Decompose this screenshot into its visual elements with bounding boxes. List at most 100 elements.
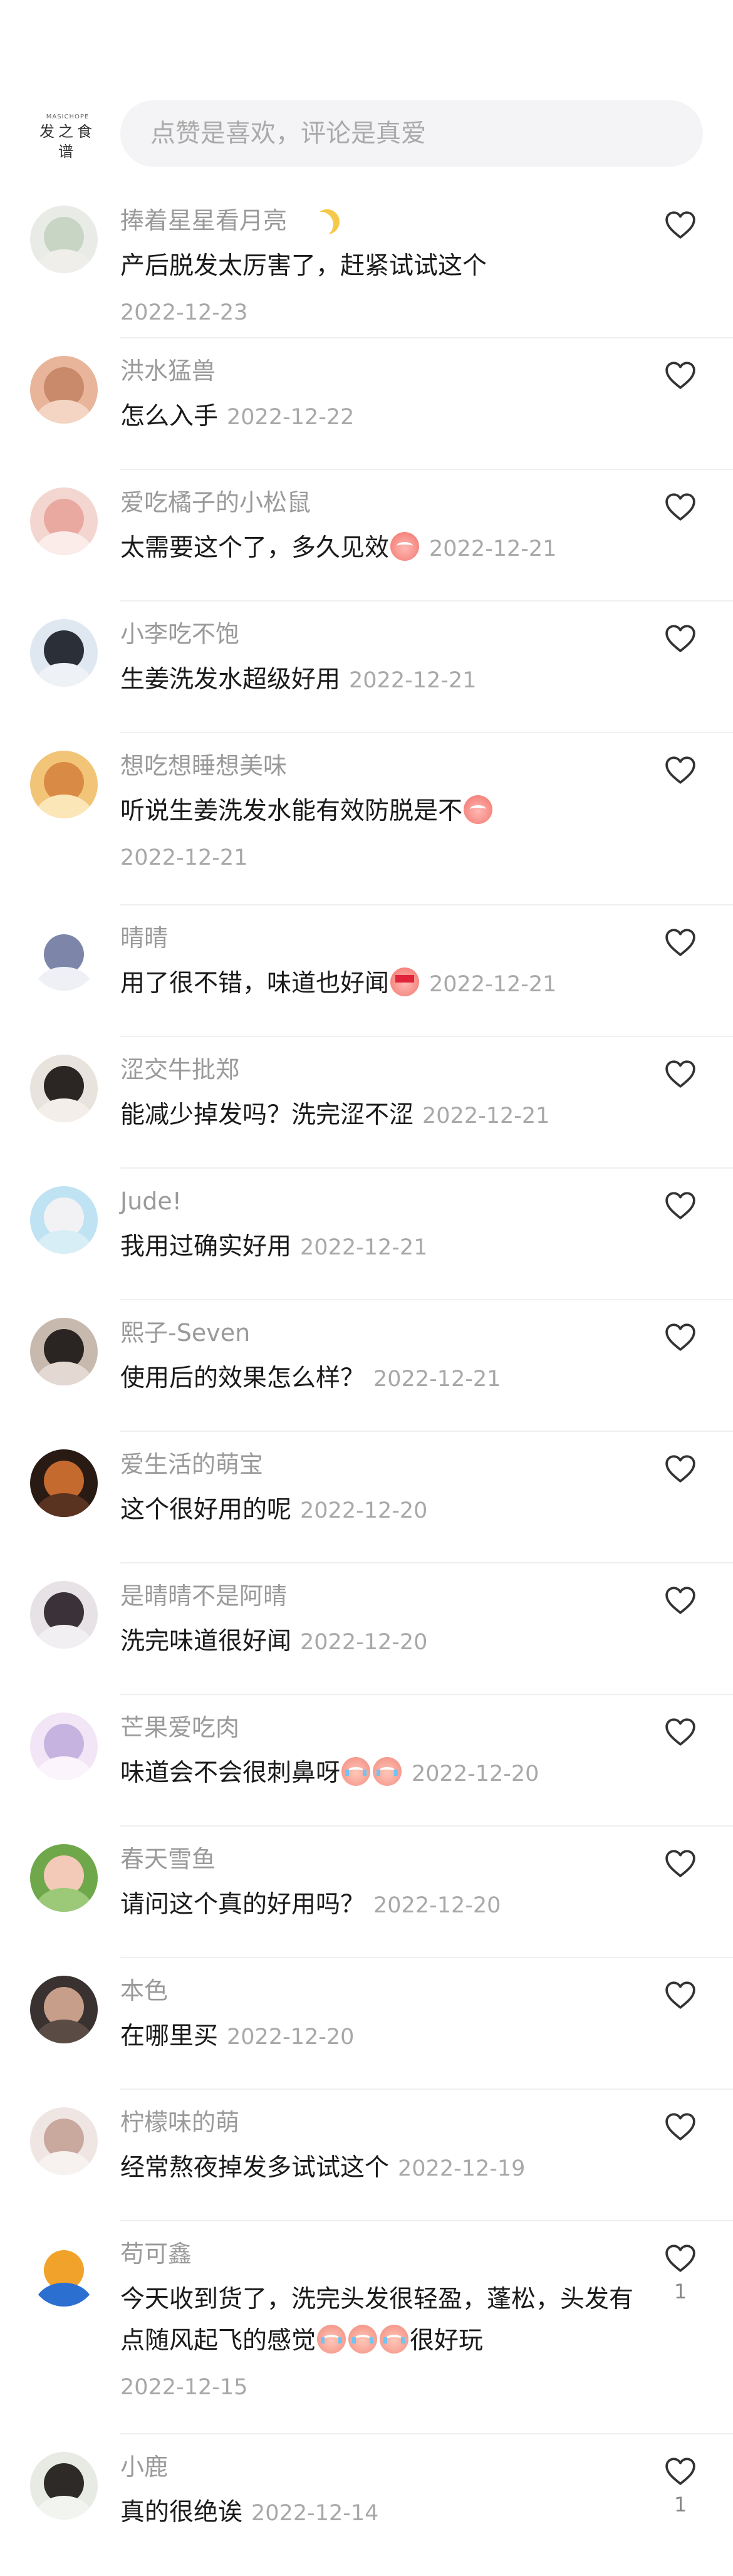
like-button[interactable] — [662, 2112, 699, 2141]
like-button[interactable] — [662, 1191, 699, 1220]
like-button[interactable] — [662, 1060, 699, 1088]
avatar[interactable] — [30, 356, 98, 424]
like-button[interactable] — [662, 1718, 699, 1746]
avatar[interactable] — [30, 1318, 98, 1385]
comment-item[interactable]: 爱吃橘子的小松鼠 太需要这个了，多久见效 2022-12-21 — [0, 470, 733, 602]
like-button[interactable] — [662, 624, 699, 653]
comment-text: 在哪里买 2022-12-20 — [120, 2016, 634, 2058]
avatar[interactable] — [30, 1581, 98, 1649]
commenter-name[interactable]: 春天雪鱼 — [120, 1842, 216, 1877]
heart-icon[interactable] — [665, 2112, 696, 2141]
commenter-name[interactable]: 想吃想睡想美味 — [120, 748, 287, 783]
commenter-name[interactable]: 爱吃橘子的小松鼠 — [120, 485, 311, 520]
comment-item[interactable]: 本色在哪里买 2022-12-20 — [0, 1958, 733, 2090]
avatar[interactable] — [30, 1713, 98, 1780]
comment-item[interactable]: Jude! 我用过确实好用 2022-12-21 — [0, 1169, 733, 1300]
avatar[interactable] — [30, 1449, 98, 1517]
like-button[interactable] — [662, 211, 699, 239]
heart-icon[interactable] — [665, 2244, 696, 2273]
heart-icon[interactable] — [665, 624, 696, 653]
comment-item[interactable]: 是晴晴不是阿晴 洗完味道很好闻 2022-12-20 — [0, 1563, 733, 1695]
comment-item[interactable]: 春天雪鱼 请问这个真的好用吗？ 2022-12-20 — [0, 1827, 733, 1958]
heart-icon[interactable] — [665, 1981, 696, 2010]
commenter-name[interactable]: 爱生活的萌宝 — [120, 1447, 263, 1482]
comment-item[interactable]: 苟可鑫今天收到货了，洗完头发很轻盈，蓬松，头发有点随风起飞的感觉 很好玩 2022-… — [0, 2221, 733, 2434]
heart-icon[interactable] — [665, 1191, 696, 1220]
heart-icon[interactable] — [665, 756, 696, 785]
comment-body: 怎么入手 — [120, 402, 219, 430]
commenter-name[interactable]: 晴晴 — [120, 920, 168, 956]
comment-item[interactable]: 洪水猛兽 怎么入手 2022-12-22 — [0, 338, 733, 470]
avatar[interactable] — [30, 1186, 98, 1254]
comment-item[interactable]: 熙子-Seven 使用后的效果怎么样？ 2022-12-21 — [0, 1300, 733, 1432]
heart-icon[interactable] — [665, 1849, 696, 1878]
like-button[interactable] — [662, 1849, 699, 1878]
commenter-name[interactable]: 是晴晴不是阿晴 — [120, 1578, 287, 1614]
like-button[interactable] — [662, 756, 699, 785]
avatar[interactable] — [30, 2107, 98, 2175]
cry-emoji-icon — [341, 1757, 371, 1786]
comment-item[interactable]: 芒果爱吃肉 味道会不会很刺鼻呀 2022-12-20 — [0, 1695, 733, 1827]
avatar[interactable] — [30, 619, 98, 687]
avatar[interactable] — [30, 923, 98, 991]
comment-item[interactable]: 小李吃不饱 生姜洗发水超级好用 2022-12-21 — [0, 602, 733, 733]
commenter-name[interactable]: 洪水猛兽 — [120, 353, 216, 388]
heart-icon[interactable] — [665, 1718, 696, 1746]
comment-item[interactable]: 捧着星星看月亮 产后脱发太厉害了，赶紧试试这个 2022-12-23 — [0, 188, 733, 338]
heart-icon[interactable] — [665, 2457, 696, 2486]
avatar[interactable] — [30, 2239, 98, 2307]
heart-icon[interactable] — [665, 1323, 696, 1352]
comment-date: 2022-12-21 — [120, 845, 248, 870]
comment-body: 这个很好用的呢 — [120, 1496, 292, 1524]
heart-icon[interactable] — [665, 928, 696, 957]
comment-input[interactable] — [120, 100, 703, 167]
commenter-name[interactable]: 捧着星星看月亮 — [120, 203, 287, 238]
comment-item[interactable]: 小鹿真的很绝诶 2022-12-14 1 — [0, 2434, 733, 2566]
comment-date: 2022-12-23 — [120, 300, 248, 325]
like-button[interactable]: 1 — [662, 2457, 699, 2516]
like-button[interactable] — [662, 1586, 699, 1615]
avatar[interactable] — [30, 488, 98, 555]
commenter-name[interactable]: Jude! — [120, 1184, 182, 1219]
like-button[interactable] — [662, 928, 699, 957]
like-button[interactable]: 1 — [662, 2244, 699, 2303]
commenter-name[interactable]: 苟可鑫 — [120, 2236, 192, 2271]
commenter-name[interactable]: 熙子-Seven — [120, 1315, 250, 1350]
avatar[interactable] — [30, 206, 98, 273]
commenter-name[interactable]: 小鹿 — [120, 2449, 168, 2485]
comment-body: 使用后的效果怎么样？ — [120, 1364, 365, 1392]
heart-icon[interactable] — [665, 1586, 696, 1615]
comment-item[interactable]: 涩交牛批郑能减少掉发吗？洗完涩不涩 2022-12-21 — [0, 1037, 733, 1169]
comment-item[interactable]: 爱生活的萌宝 这个很好用的呢 2022-12-20 — [0, 1432, 733, 1563]
like-button[interactable] — [662, 361, 699, 390]
comment-item[interactable]: 晴晴 用了很不错，味道也好闻 2022-12-21 — [0, 905, 733, 1037]
comment-date: 2022-12-14 — [251, 2501, 379, 2526]
heart-icon[interactable] — [665, 361, 696, 390]
commenter-name[interactable]: 涩交牛批郑 — [120, 1052, 239, 1087]
commenter-name[interactable]: 本色 — [120, 1973, 168, 2008]
commenter-name[interactable]: 小李吃不饱 — [120, 617, 239, 652]
heart-icon[interactable] — [665, 1454, 696, 1483]
comment-item[interactable]: 想吃想睡想美味听说生姜洗发水能有效防脱是不 2022-12-21 — [0, 733, 733, 905]
like-button[interactable] — [662, 1454, 699, 1483]
comment-text: 今天收到货了，洗完头发很轻盈，蓬松，头发有点随风起飞的感觉 很好玩 2022-12-… — [120, 2279, 634, 2408]
heart-icon[interactable] — [665, 211, 696, 239]
comment-text: 能减少掉发吗？洗完涩不涩 2022-12-21 — [120, 1095, 634, 1137]
like-button[interactable] — [662, 1323, 699, 1352]
avatar[interactable] — [30, 1055, 98, 1122]
like-button[interactable] — [662, 1981, 699, 2010]
heart-icon[interactable] — [665, 493, 696, 521]
comment-text: 听说生姜洗发水能有效防脱是不 2022-12-21 — [120, 791, 634, 879]
commenter-name[interactable]: 柠檬味的萌 — [120, 2105, 239, 2140]
comment-text: 真的很绝诶 2022-12-14 — [120, 2492, 634, 2534]
comment-item[interactable]: 柠檬味的萌 经常熬夜掉发多试试这个 2022-12-19 — [0, 2090, 733, 2221]
comment-body: 太需要这个了，多久见效 — [120, 534, 390, 562]
like-button[interactable] — [662, 493, 699, 521]
commenter-name[interactable]: 芒果爱吃肉 — [120, 1710, 239, 1745]
avatar[interactable] — [30, 1844, 98, 1912]
comment-date: 2022-12-19 — [398, 2156, 526, 2181]
avatar[interactable] — [30, 2452, 98, 2520]
heart-icon[interactable] — [665, 1060, 696, 1088]
avatar[interactable] — [30, 1976, 98, 2043]
avatar[interactable] — [30, 751, 98, 818]
